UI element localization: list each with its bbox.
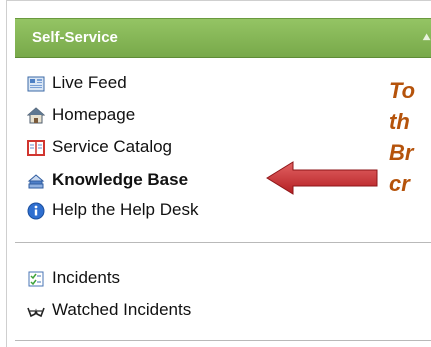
callout-line: cr: [389, 171, 410, 196]
glasses-icon: [27, 307, 45, 318]
nav-label: Live Feed: [52, 73, 127, 92]
callout-line: To: [389, 78, 416, 103]
knowledge-base-icon: [27, 174, 45, 189]
double-chevron-up-icon[interactable]: ⯅: [421, 30, 431, 46]
callout-line: Br: [389, 140, 414, 165]
group-divider: [15, 242, 431, 243]
nav-label: Homepage: [52, 105, 136, 124]
group-divider-bottom: [15, 340, 431, 341]
callout-text: To th Br cr: [389, 75, 415, 199]
nav-label: Knowledge Base: [52, 170, 189, 189]
nav-label: Incidents: [52, 268, 121, 287]
live-feed-icon: [27, 76, 45, 92]
nav-label: Service Catalog: [52, 137, 173, 156]
nav-label: Help the Help Desk: [52, 200, 199, 219]
info-icon: [27, 202, 45, 220]
incidents-checklist-icon: [28, 271, 44, 287]
callout-line: th: [389, 109, 410, 134]
home-icon: [27, 107, 45, 124]
panel-header[interactable]: Self-Service ⯅: [15, 18, 431, 58]
catalog-book-icon: [27, 140, 45, 156]
panel-title: Self-Service: [32, 29, 118, 46]
nav-label: Watched Incidents: [52, 300, 192, 319]
pointer-arrow: [266, 161, 378, 195]
